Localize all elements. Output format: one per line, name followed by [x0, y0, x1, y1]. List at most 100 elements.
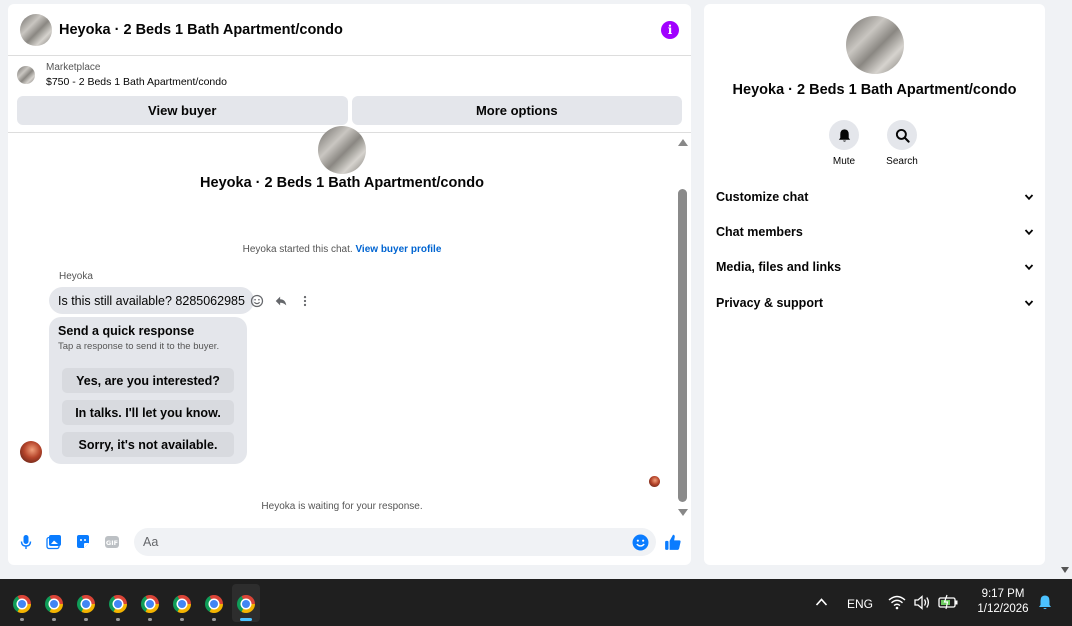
taskbar-chrome-5[interactable]: [136, 584, 164, 622]
scrollbar-thumb[interactable]: [678, 189, 687, 502]
message-scrollbar[interactable]: [676, 134, 690, 522]
chrome-icon: [45, 595, 63, 613]
side-title: Heyoka · 2 Beds 1 Bath Apartment/condo: [732, 82, 1017, 98]
clock-time: 9:17 PM: [981, 588, 1025, 600]
quick-response-yes[interactable]: Yes, are you interested?: [62, 368, 234, 393]
message-composer: GIF Aa: [8, 526, 691, 558]
running-indicator: [116, 618, 120, 621]
running-indicator: [148, 618, 152, 621]
taskbar-chrome-6[interactable]: [168, 584, 196, 622]
search-icon: [895, 128, 910, 143]
chrome-icon: [13, 595, 31, 613]
chrome-icon: [141, 595, 159, 613]
chrome-icon: [173, 595, 191, 613]
quick-response-card: Send a quick response Tap a response to …: [49, 317, 247, 464]
sticker-icon[interactable]: [75, 534, 91, 550]
chat-info-panel: Heyoka · 2 Beds 1 Bath Apartment/condo M…: [704, 4, 1045, 565]
menu-customize-chat[interactable]: Customize chat: [716, 190, 1034, 204]
message-sender: Heyoka: [59, 271, 93, 282]
listing-summary[interactable]: Marketplace $750 - 2 Beds 1 Bath Apartme…: [8, 56, 691, 94]
message-bubble[interactable]: Is this still available? 8285062985: [49, 287, 254, 314]
menu-label: Privacy & support: [716, 296, 823, 310]
page-scroll-down-arrow[interactable]: [1061, 567, 1069, 573]
running-indicator: [84, 618, 88, 621]
thread-title: Heyoka · 2 Beds 1 Bath Apartment/condo: [200, 175, 484, 191]
listing-price-title: $750 - 2 Beds 1 Bath Apartment/condo: [46, 76, 227, 88]
react-emoji-icon[interactable]: [250, 294, 264, 308]
taskbar-chrome-1[interactable]: [8, 584, 36, 622]
side-avatar: [846, 16, 904, 74]
notification-bell-icon[interactable]: [1037, 594, 1053, 611]
listing-avatar[interactable]: [20, 13, 52, 46]
chevron-down-icon: [1024, 229, 1034, 236]
more-vertical-icon[interactable]: [298, 294, 312, 308]
taskbar-chrome-8-active[interactable]: [232, 584, 260, 622]
mute-label: Mute: [832, 156, 856, 167]
chrome-icon: [77, 595, 95, 613]
menu-label: Media, files and links: [716, 260, 842, 274]
taskbar-chrome-2[interactable]: [40, 584, 68, 622]
running-indicator: [52, 618, 56, 621]
chat-header: Heyoka · 2 Beds 1 Bath Apartment/condo i: [8, 4, 691, 56]
chrome-icon: [205, 595, 223, 613]
wifi-icon[interactable]: [888, 595, 906, 610]
menu-privacy-support[interactable]: Privacy & support: [716, 296, 1034, 310]
quick-response-not-available[interactable]: Sorry, it's not available.: [62, 432, 234, 457]
quick-response-subtitle: Tap a response to send it to the buyer.: [58, 341, 220, 352]
menu-label: Customize chat: [716, 190, 809, 204]
view-buyer-button[interactable]: View buyer: [17, 96, 348, 125]
scroll-up-arrow[interactable]: [678, 139, 688, 146]
chevron-down-icon: [1024, 264, 1034, 271]
message-input[interactable]: Aa: [134, 528, 656, 556]
quick-response-title: Send a quick response: [58, 324, 195, 338]
info-icon[interactable]: i: [661, 20, 679, 39]
search-button[interactable]: Search: [872, 120, 932, 167]
chat-title[interactable]: Heyoka · 2 Beds 1 Bath Apartment/condo: [59, 22, 661, 38]
menu-chat-members[interactable]: Chat members: [716, 225, 1034, 239]
system-clock[interactable]: 9:17 PM 1/12/2026: [968, 587, 1038, 617]
seen-receipt-avatar: [649, 476, 660, 487]
taskbar-chrome-3[interactable]: [72, 584, 100, 622]
thread-avatar: [318, 126, 366, 174]
listing-actions: View buyer More options: [8, 94, 691, 125]
listing-category: Marketplace: [46, 62, 101, 73]
volume-icon[interactable]: [913, 595, 931, 610]
view-buyer-profile-link[interactable]: View buyer profile: [355, 244, 441, 255]
chat-started-text: Heyoka started this chat.: [242, 244, 353, 255]
svg-text:GIF: GIF: [106, 539, 118, 547]
sender-avatar[interactable]: [20, 441, 42, 463]
running-indicator: [212, 618, 216, 621]
message-tools: [250, 294, 312, 308]
scroll-down-arrow[interactable]: [678, 509, 688, 516]
photo-icon[interactable]: [46, 534, 62, 550]
waiting-notice: Heyoka is waiting for your response.: [261, 501, 423, 512]
search-label: Search: [886, 156, 918, 167]
message-list[interactable]: Heyoka · 2 Beds 1 Bath Apartment/condo H…: [8, 126, 676, 522]
chrome-icon: [237, 595, 255, 613]
running-indicator: [180, 618, 184, 621]
taskbar-chrome-4[interactable]: [104, 584, 132, 622]
chrome-icon: [109, 595, 127, 613]
microphone-icon[interactable]: [18, 534, 34, 550]
taskbar: ENG 9:17 PM 1/12/2026: [0, 579, 1072, 626]
bell-icon: [838, 128, 850, 142]
menu-label: Chat members: [716, 225, 803, 239]
running-indicator: [20, 618, 24, 621]
menu-media-files-links[interactable]: Media, files and links: [716, 260, 1034, 274]
running-indicator: [240, 618, 252, 621]
chevron-down-icon: [1024, 194, 1034, 201]
more-options-button[interactable]: More options: [351, 96, 682, 125]
listing-thumbnail: [17, 66, 35, 84]
emoji-icon[interactable]: [632, 534, 649, 551]
chevron-down-icon: [1024, 300, 1034, 307]
language-indicator[interactable]: ENG: [847, 597, 873, 611]
gif-icon[interactable]: GIF: [104, 534, 120, 550]
quick-response-in-talks[interactable]: In talks. I'll let you know.: [62, 400, 234, 425]
battery-charging-icon[interactable]: [938, 594, 959, 610]
thumbs-up-icon[interactable]: [664, 533, 682, 551]
taskbar-chrome-7[interactable]: [200, 584, 228, 622]
reply-icon[interactable]: [274, 294, 288, 308]
clock-date: 1/12/2026: [977, 603, 1029, 615]
chevron-up-icon[interactable]: [815, 597, 828, 607]
mute-button[interactable]: Mute: [814, 120, 874, 167]
